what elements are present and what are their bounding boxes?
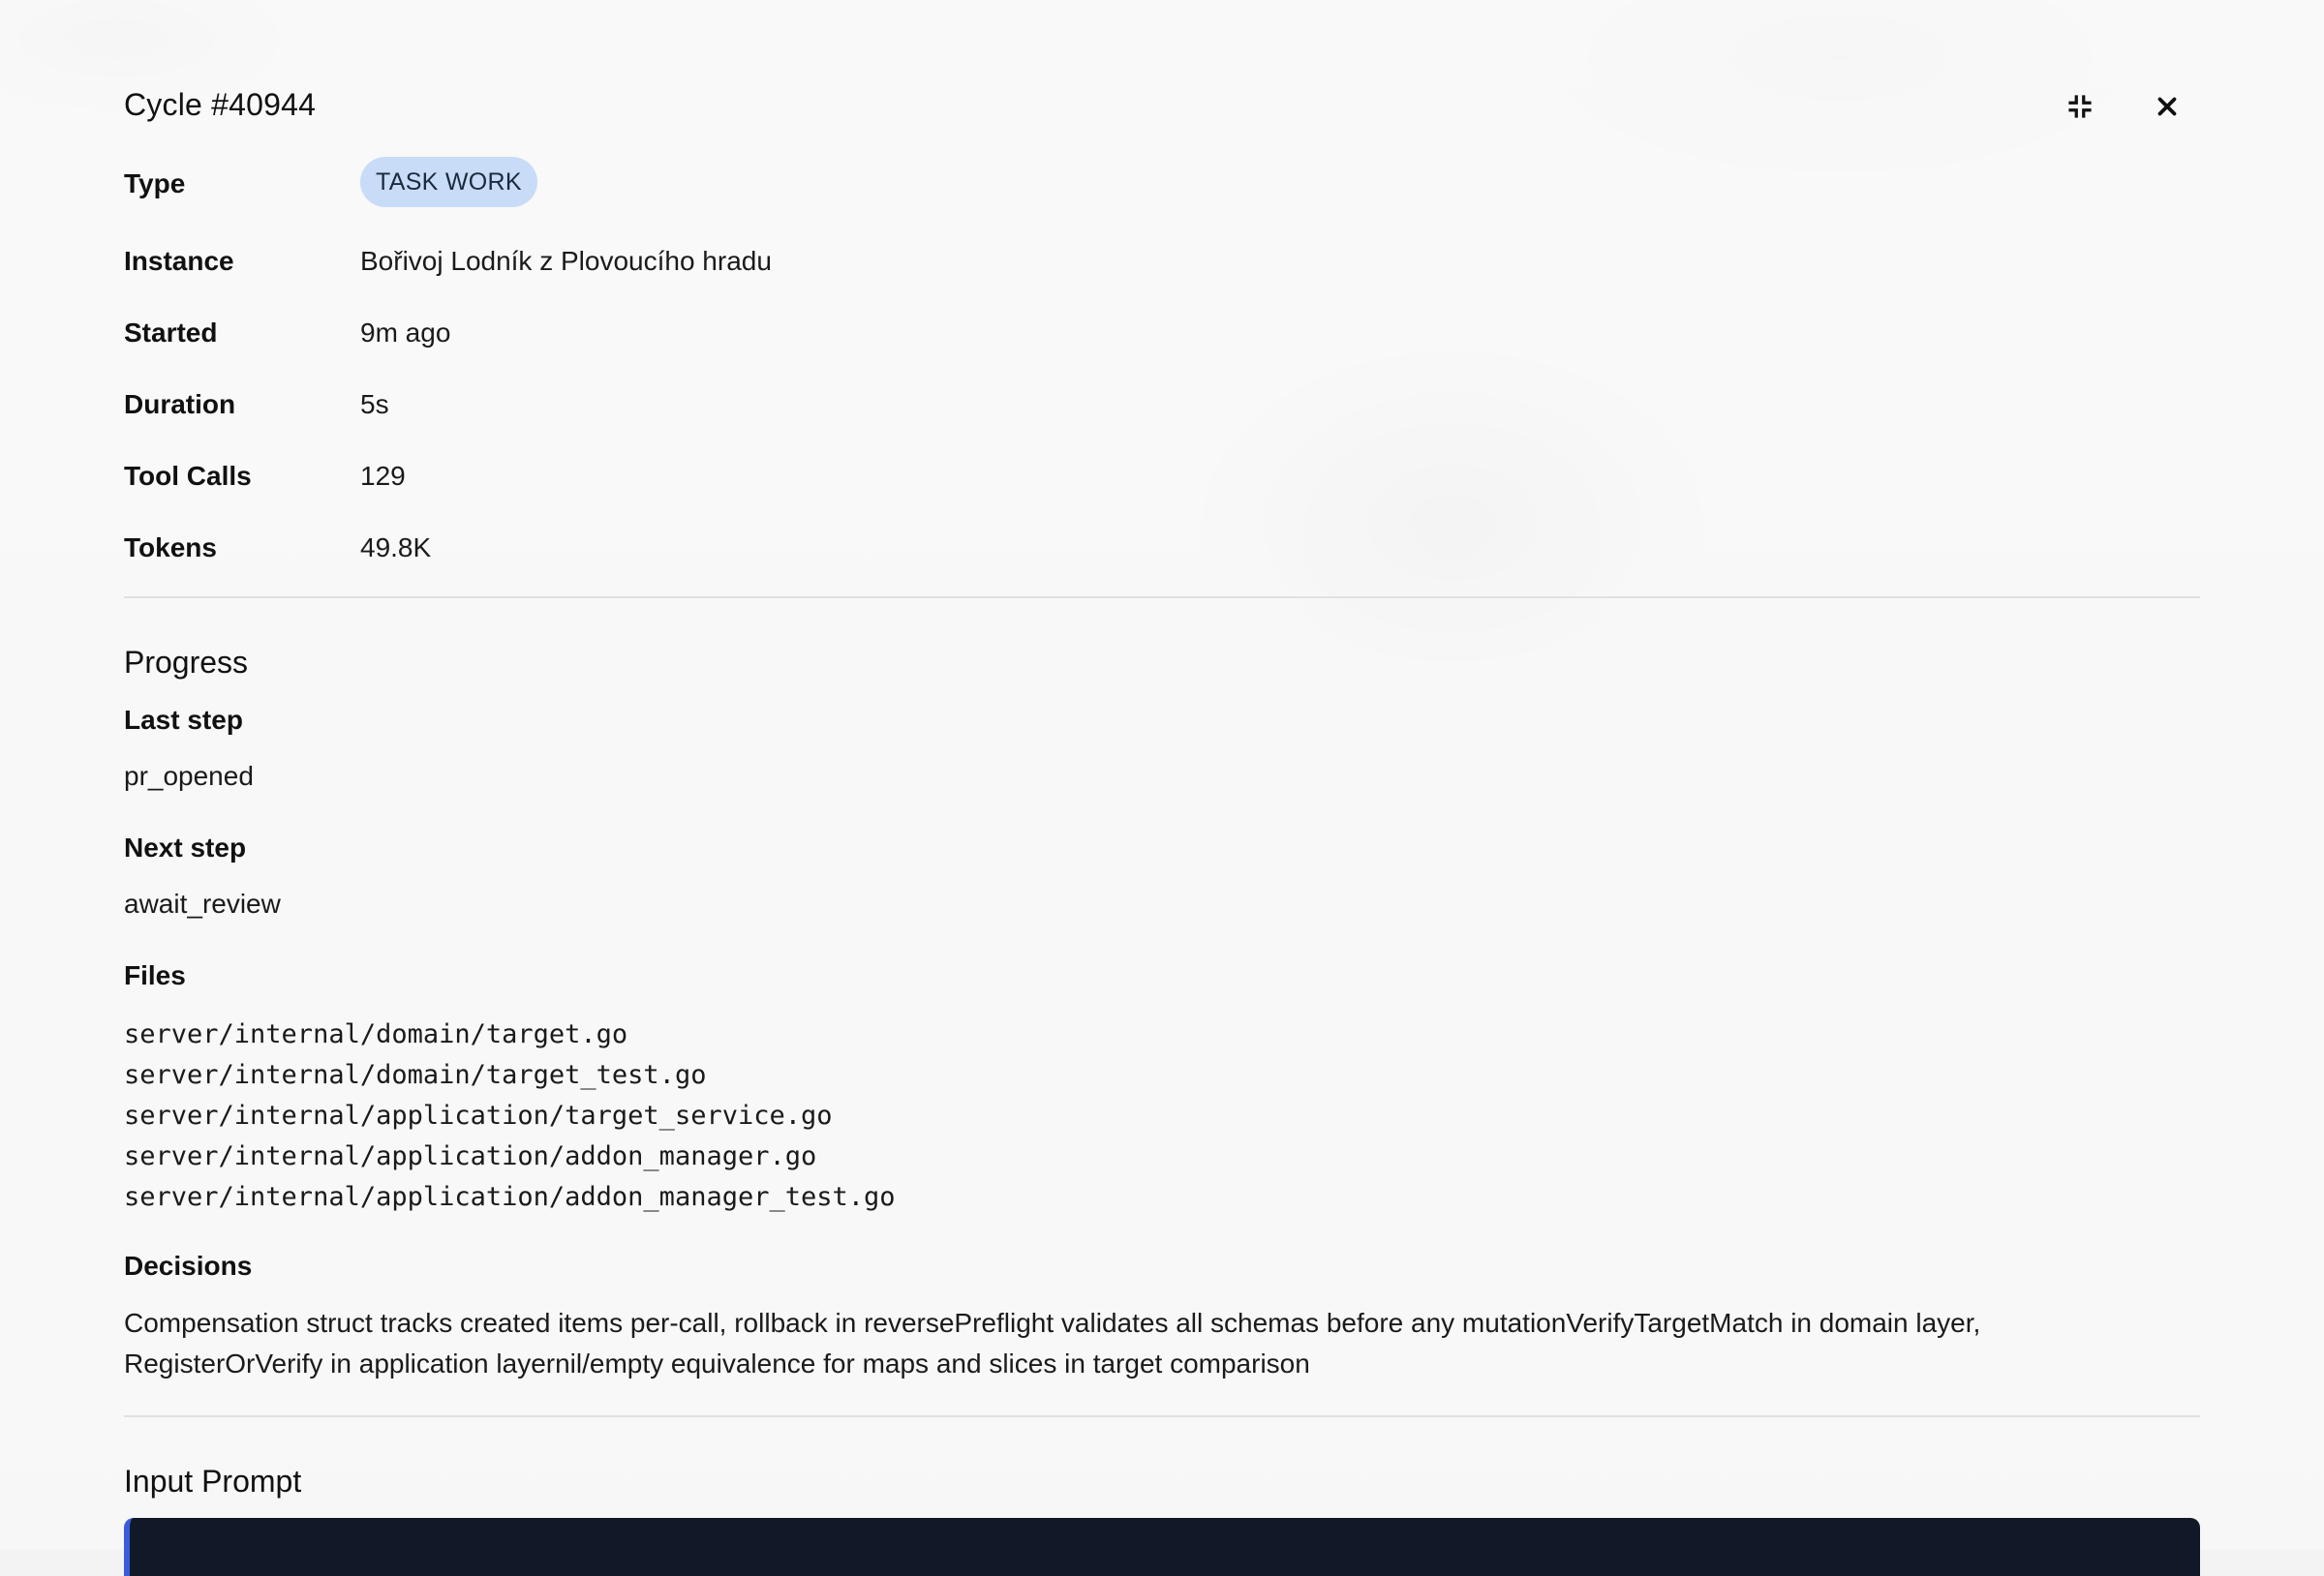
cycle-detail-panel: Cycle #40944 Type TASK WORK Instance Boř… <box>0 0 2324 1576</box>
duration-value: 5s <box>360 389 389 419</box>
tool-calls-label: Tool Calls <box>124 461 252 491</box>
cycle-properties: Type TASK WORK Instance Bořivoj Lodník z… <box>124 155 2200 591</box>
panel-title: Cycle #40944 <box>124 87 317 122</box>
prop-row-tokens: Tokens 49.8K <box>124 519 2200 591</box>
prop-row-started: Started 9m ago <box>124 304 2200 376</box>
tokens-label: Tokens <box>124 532 217 562</box>
files-label: Files <box>124 960 186 990</box>
divider <box>124 1415 2200 1417</box>
last-step-value: pr_opened <box>124 761 254 791</box>
decisions-line: RegisterOrVerify in application layernil… <box>124 1349 1310 1379</box>
instance-value: Bořivoj Lodník z Plovoucího hradu <box>360 246 772 276</box>
next-step-value: await_review <box>124 889 281 919</box>
started-value: 9m ago <box>360 318 451 348</box>
decisions-text: Compensation struct tracks created items… <box>124 1303 2200 1384</box>
close-button[interactable] <box>2142 81 2192 132</box>
next-step-label: Next step <box>124 833 247 863</box>
tokens-value: 49.8K <box>360 532 432 562</box>
minimize-button[interactable] <box>2055 81 2105 132</box>
started-label: Started <box>124 318 218 348</box>
file-path: server/internal/application/addon_manage… <box>124 1141 817 1171</box>
input-prompt-code-block[interactable] <box>124 1518 2200 1576</box>
file-path: server/internal/application/target_servi… <box>124 1101 833 1131</box>
close-icon <box>2157 97 2177 116</box>
input-prompt-title: Input Prompt <box>124 1464 302 1499</box>
decisions-label: Decisions <box>124 1251 253 1281</box>
prop-row-type: Type TASK WORK <box>124 155 2200 232</box>
prop-row-duration: Duration 5s <box>124 376 2200 447</box>
file-path: server/internal/domain/target.go <box>124 1019 628 1049</box>
instance-label: Instance <box>124 246 234 276</box>
last-step-label: Last step <box>124 705 243 735</box>
divider <box>124 596 2200 598</box>
file-path: server/internal/application/addon_manage… <box>124 1182 896 1212</box>
collapse-arrows-icon <box>2068 95 2092 118</box>
file-path: server/internal/domain/target_test.go <box>124 1060 707 1090</box>
decisions-line: Compensation struct tracks created items… <box>124 1308 1981 1338</box>
tool-calls-value: 129 <box>360 461 406 491</box>
panel-header: Cycle #40944 <box>124 81 2200 132</box>
files-list: server/internal/domain/target.go server/… <box>124 1015 896 1218</box>
type-label: Type <box>124 168 186 198</box>
prop-row-instance: Instance Bořivoj Lodník z Plovoucího hra… <box>124 232 2200 304</box>
progress-title: Progress <box>124 645 249 680</box>
duration-label: Duration <box>124 389 236 419</box>
prop-row-tool-calls: Tool Calls 129 <box>124 447 2200 519</box>
type-badge: TASK WORK <box>360 157 537 207</box>
